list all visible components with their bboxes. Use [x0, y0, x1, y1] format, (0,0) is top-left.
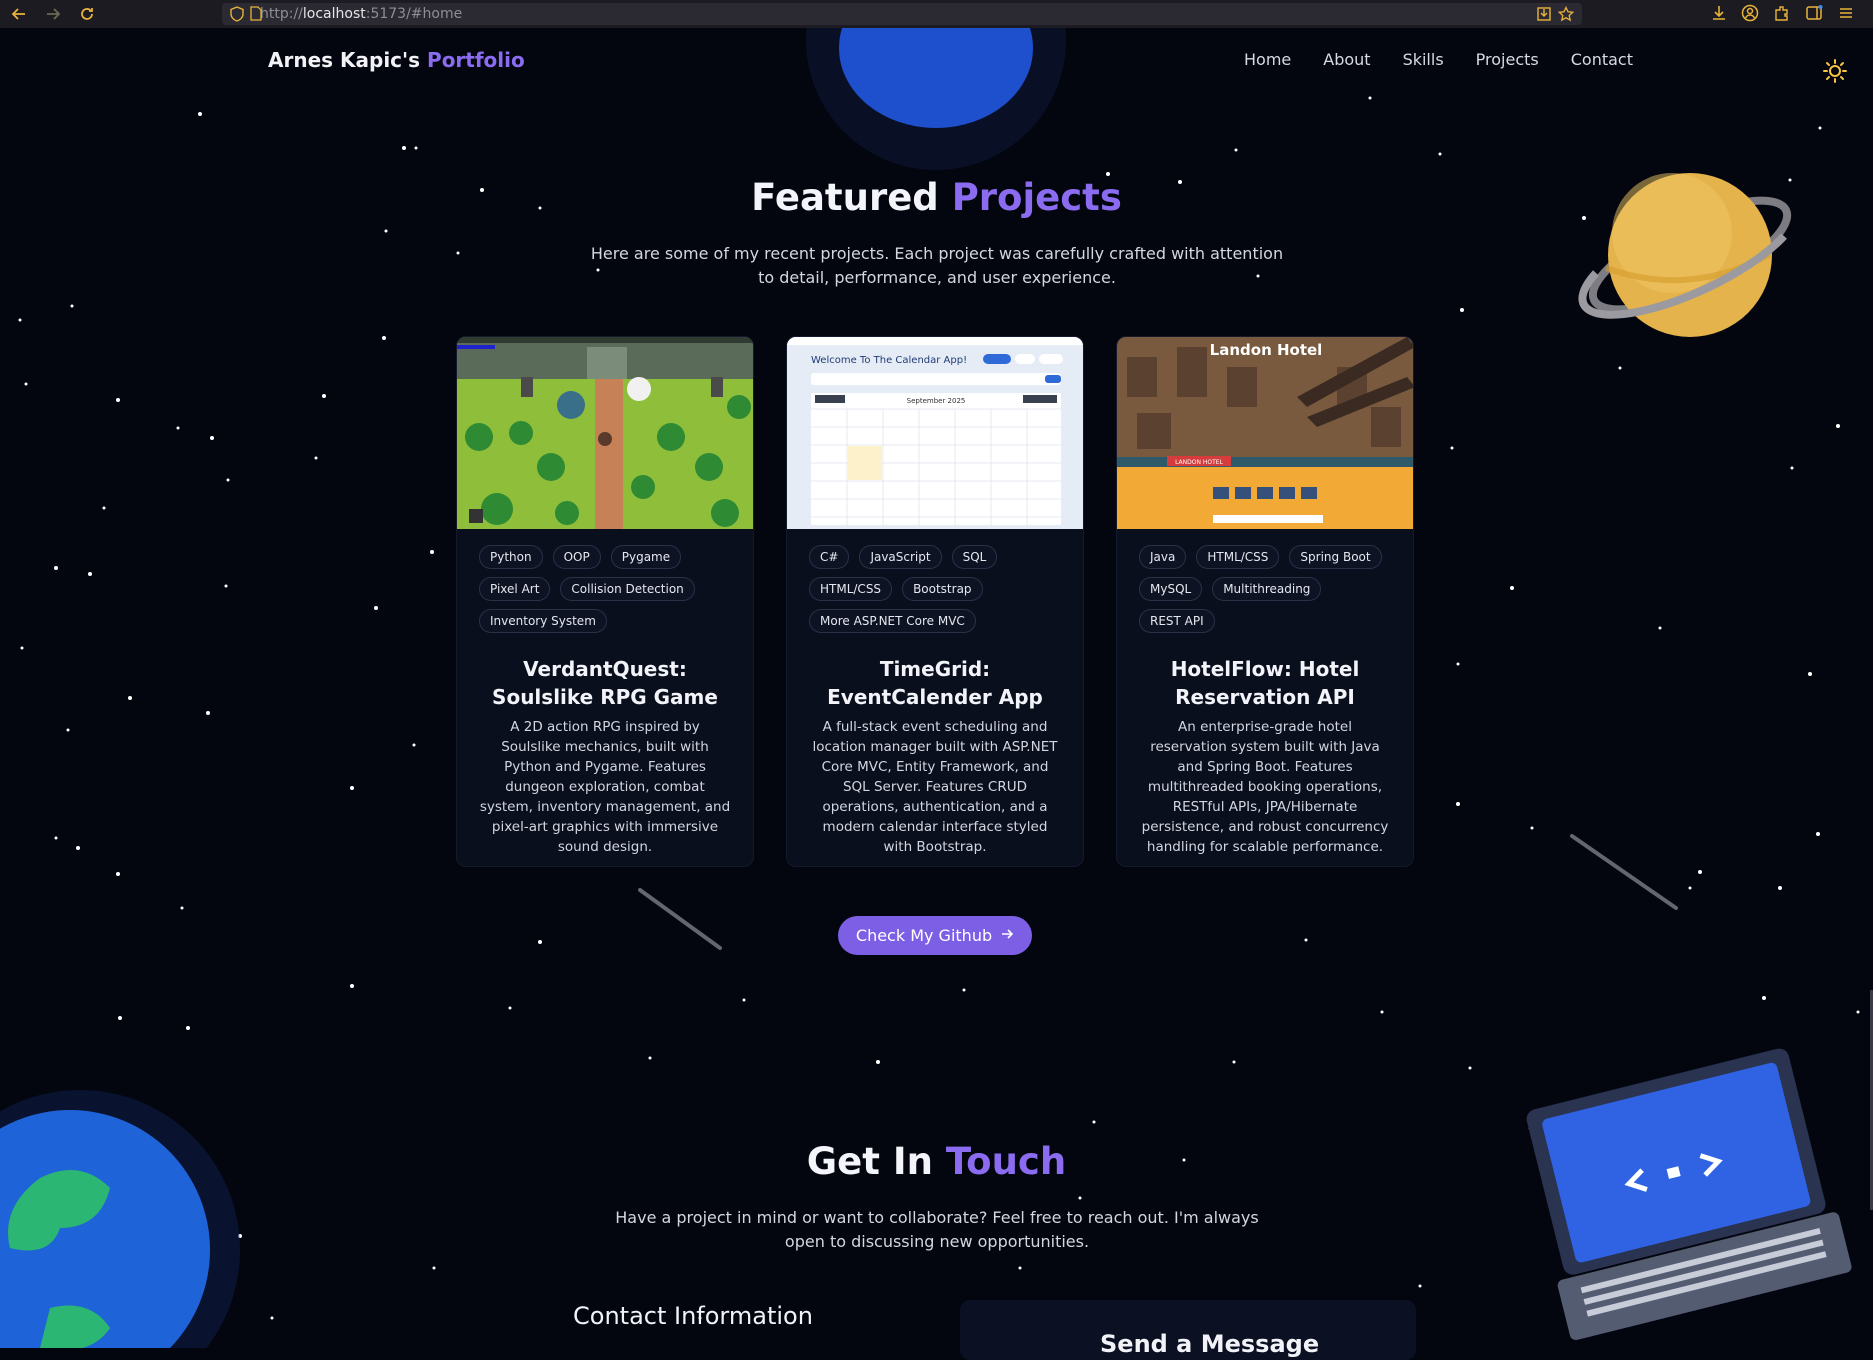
laptop-illustration [1526, 1048, 1852, 1341]
tag: More ASP.NET Core MVC [809, 609, 976, 633]
project-card: Python OOP Pygame Pixel Art Collision De… [456, 336, 754, 867]
project-cards: Python OOP Pygame Pixel Art Collision De… [456, 336, 1414, 867]
tag: Pygame [610, 545, 682, 569]
tag: HTML/CSS [1196, 545, 1280, 569]
nav-projects[interactable]: Projects [1476, 50, 1539, 69]
brand-accent: Portfolio [427, 48, 525, 72]
earth-planet [0, 1090, 240, 1348]
calendar-heading: Welcome To The Calendar App! [811, 355, 967, 366]
calendar-month: September 2025 [907, 397, 966, 405]
projects-title: Featured Projects [0, 176, 1873, 219]
check-github-label: Check My Github [855, 926, 993, 945]
tag: Java [1139, 545, 1187, 569]
check-github-button[interactable]: Check My Github [838, 916, 1032, 955]
main-nav: Home About Skills Projects Contact [1244, 50, 1633, 69]
nav-contact[interactable]: Contact [1571, 50, 1633, 69]
shield-icon[interactable] [230, 6, 244, 26]
tag: OOP [552, 545, 601, 569]
contact-title-main: Get In [806, 1140, 933, 1183]
tag: Bootstrap [902, 577, 983, 601]
reload-icon[interactable] [74, 1, 100, 27]
project-description: A full-stack event scheduling and locati… [812, 719, 1058, 855]
hotel-banner: LANDON HOTEL [1175, 459, 1224, 466]
brand-logo[interactable]: Arnes Kapic's Portfolio [268, 48, 525, 72]
browser-toolbar: http://localhost:5173/#home [0, 0, 1873, 28]
project-description: An enterprise-grade hotel reservation sy… [1141, 719, 1389, 855]
arrow-right-icon [1000, 926, 1014, 945]
extensions-icon[interactable] [1773, 4, 1791, 26]
download-icon[interactable] [1711, 4, 1727, 26]
brand-name: Arnes Kapic's [268, 48, 421, 72]
tag: REST API [1139, 609, 1215, 633]
message-form-card: Send a Message [960, 1300, 1416, 1360]
tag-list: C# JavaScript SQL HTML/CSS Bootstrap Mor… [809, 545, 1061, 633]
back-icon[interactable] [6, 1, 32, 27]
address-bar[interactable]: http://localhost:5173/#home [222, 3, 1582, 25]
tag: MySQL [1139, 577, 1203, 601]
project-screenshot-game [457, 337, 753, 529]
shooting-star [638, 888, 722, 950]
project-title: HotelFlow: Hotel Reservation API [1170, 657, 1360, 709]
hotel-heading: Landon Hotel [1210, 341, 1323, 359]
contact-subtitle: Have a project in mind or want to collab… [615, 1208, 1259, 1251]
tag: Pixel Art [479, 577, 551, 601]
project-card: Welcome To The Calendar App! September 2… [786, 336, 1084, 867]
tag: Inventory System [479, 609, 607, 633]
tag: JavaScript [859, 545, 942, 569]
project-description: A 2D action RPG inspired by Soulslike me… [479, 719, 731, 855]
url-prefix: http:// [260, 6, 303, 22]
url-host: localhost [302, 6, 366, 22]
nav-home[interactable]: Home [1244, 50, 1291, 69]
page-icon [250, 6, 262, 25]
tag: Multithreading [1212, 577, 1322, 601]
url-rest: :5173/#home [365, 6, 463, 22]
project-title: TimeGrid: EventCalender App [827, 657, 1043, 709]
project-screenshot-calendar: Welcome To The Calendar App! September 2… [787, 337, 1083, 529]
save-page-icon[interactable] [1536, 6, 1552, 26]
project-title: VerdantQuest: Soulslike RPG Game [492, 657, 718, 709]
sidebar-icon[interactable] [1805, 4, 1823, 26]
project-card: Landon Hotel LANDON HOTEL Java HTML/CSS … [1116, 336, 1414, 867]
nav-skills[interactable]: Skills [1403, 50, 1444, 69]
project-screenshot-hotel: Landon Hotel LANDON HOTEL [1117, 337, 1413, 529]
contact-title-accent: Touch [945, 1140, 1067, 1183]
tag: C# [809, 545, 850, 569]
tag: HTML/CSS [809, 577, 893, 601]
message-form-title: Send a Message [1100, 1330, 1320, 1358]
account-icon[interactable] [1741, 4, 1759, 26]
forward-icon[interactable] [40, 1, 66, 27]
tag: Python [479, 545, 543, 569]
sun-icon[interactable] [1822, 58, 1848, 84]
menu-icon[interactable] [1837, 4, 1855, 26]
site-header: Arnes Kapic's Portfolio Home About Skill… [0, 28, 1873, 88]
tag: SQL [951, 545, 998, 569]
shooting-star [1570, 834, 1678, 910]
bookmark-star-icon[interactable] [1557, 5, 1575, 26]
contact-info-title: Contact Information [573, 1302, 813, 1330]
projects-subtitle: Here are some of my recent projects. Eac… [590, 244, 1284, 287]
tag: Spring Boot [1289, 545, 1382, 569]
projects-title-main: Featured [751, 176, 939, 219]
contact-title: Get In Touch [0, 1140, 1873, 1183]
url-text[interactable]: http://localhost:5173/#home [260, 6, 462, 22]
tag: Collision Detection [560, 577, 695, 601]
tag-list: Java HTML/CSS Spring Boot MySQL Multithr… [1139, 545, 1391, 633]
nav-about[interactable]: About [1323, 50, 1370, 69]
projects-title-accent: Projects [951, 176, 1122, 219]
tag-list: Python OOP Pygame Pixel Art Collision De… [479, 545, 731, 633]
